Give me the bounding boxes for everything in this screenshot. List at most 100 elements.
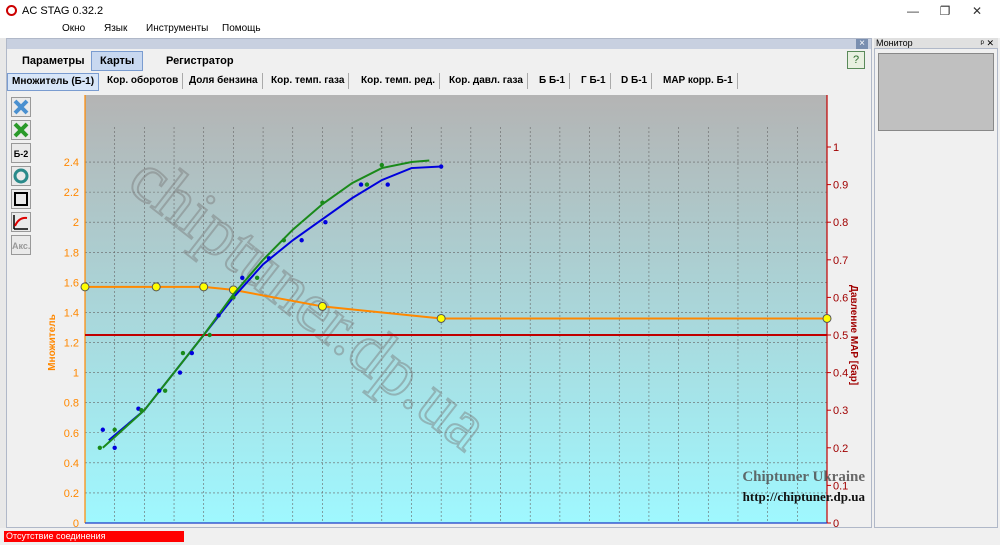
menu-language[interactable]: Язык — [104, 23, 127, 34]
panel-header — [7, 39, 871, 49]
monitor-pin-close[interactable]: ᵖ ✕ — [981, 38, 994, 48]
y-tick-label: 2 — [73, 217, 79, 229]
menu-help[interactable]: Помощь — [222, 23, 261, 34]
clear-points-icon[interactable] — [11, 97, 31, 117]
minimize-button[interactable]: — — [898, 2, 928, 20]
y2-tick-label: 0 — [833, 518, 839, 527]
maximize-button[interactable]: ❐ — [930, 2, 960, 20]
petrol-samples-point — [358, 182, 364, 187]
menu-tools[interactable]: Инструменты — [146, 23, 208, 34]
gas-samples-point — [97, 445, 103, 450]
maps-panel: × Параметры Карты Регистратор ? Множител… — [6, 38, 872, 528]
tab-multiplier-b1[interactable]: Множитель (Б-1) — [7, 73, 100, 91]
menu-bar: Окно Язык Инструменты Помощь — [0, 22, 1000, 38]
select-region-icon[interactable] — [11, 189, 31, 209]
refresh-icon[interactable] — [11, 166, 31, 186]
multiplier-curve-marker — [151, 282, 161, 292]
y2-tick-label: 0.4 — [833, 368, 848, 380]
petrol-samples-point — [157, 388, 162, 393]
y-tick-label: 2.4 — [64, 157, 79, 169]
y-tick-label: 0.6 — [64, 428, 79, 440]
auto-calibration-button[interactable]: Акс. — [11, 235, 31, 255]
monitor-display — [878, 53, 994, 131]
petrol-samples-point — [100, 427, 106, 432]
title-bar: AC STAG 0.32.2 — ❐ ✕ — [0, 0, 1000, 22]
y-axis-label: Множитель — [47, 314, 58, 371]
y-tick-label: 1 — [73, 368, 79, 380]
tab-g-b1[interactable]: Г Б-1 — [577, 73, 611, 89]
y2-tick-label: 0.9 — [833, 180, 848, 192]
window-title: AC STAG 0.32.2 — [22, 5, 104, 17]
y-tick-label: 2.2 — [64, 187, 79, 199]
y-tick-label: 1.8 — [64, 247, 79, 259]
y-tick-label: 0.8 — [64, 398, 79, 410]
y-tick-label: 0 — [73, 518, 79, 527]
watermark-line1: Chiptuner Ukraine — [742, 469, 865, 485]
petrol-samples-point — [323, 220, 328, 225]
petrol-samples-point — [189, 350, 195, 356]
connection-status: Отсутствие соединения — [4, 531, 184, 542]
multiplier-curve-marker — [436, 313, 446, 323]
tab-d-b1[interactable]: D Б-1 — [617, 73, 653, 89]
gas-samples-point — [364, 182, 370, 187]
petrol-samples-point — [385, 182, 390, 187]
gas-samples-point — [180, 350, 186, 356]
gas-samples-point — [254, 275, 260, 281]
delete-points-icon[interactable] — [11, 120, 31, 140]
monitor-header: Монитор ᵖ ✕ — [874, 38, 998, 48]
multiplier-chart[interactable]: 0123456789101112131415161718192021222324… — [33, 95, 867, 527]
tab-petrol-share[interactable]: Доля бензина — [185, 73, 263, 89]
multiplier-curve-marker — [199, 282, 209, 292]
map-tabs: Множитель (Б-1) Кор. оборотов Доля бензи… — [7, 73, 871, 91]
petrol-samples-point — [112, 445, 117, 450]
y-tick-label: 1.4 — [64, 307, 79, 319]
tab-gas-pressure-correction[interactable]: Кор. давл. газа — [445, 73, 528, 89]
gas-samples-point — [112, 427, 117, 432]
y2-tick-label: 0.3 — [833, 405, 848, 417]
petrol-samples-point — [177, 370, 183, 375]
y2-tick-label: 1 — [833, 142, 839, 154]
gas-samples-point — [207, 332, 212, 338]
tab-rpm-correction[interactable]: Кор. оборотов — [103, 73, 184, 89]
y2-tick-label: 0.2 — [833, 443, 848, 455]
petrol-samples-point — [299, 238, 304, 243]
petrol-samples-point — [216, 313, 221, 318]
y2-tick-label: 0.6 — [833, 292, 848, 304]
menu-window[interactable]: Окно — [62, 23, 85, 34]
gas-samples-point — [379, 162, 384, 168]
y-tick-label: 1.2 — [64, 338, 79, 350]
curve-mode-icon[interactable] — [11, 212, 31, 232]
multiplier-curve-marker — [317, 301, 327, 311]
y2-tick-label: 0.7 — [833, 255, 848, 267]
tab-map-correction-b1[interactable]: MAP корр. Б-1 — [659, 73, 738, 89]
gas-samples-point — [162, 388, 168, 393]
close-button[interactable]: ✕ — [962, 2, 992, 20]
tab-gas-temp-correction[interactable]: Кор. темп. газа — [267, 73, 350, 89]
tab-reducer-temp-correction[interactable]: Кор. темп. ред. — [357, 73, 440, 89]
status-bar: Отсутствие соединения — [0, 528, 1000, 545]
tab-recorder[interactable]: Регистратор — [157, 51, 243, 71]
gas-samples-point — [231, 295, 236, 300]
tab-parameters[interactable]: Параметры — [13, 51, 93, 71]
monitor-panel — [874, 48, 998, 528]
watermark-line2: http://chiptuner.dp.ua — [743, 489, 866, 504]
y-tick-label: 0.4 — [64, 458, 79, 470]
tab-maps[interactable]: Карты — [91, 51, 144, 71]
monitor-title: Монитор — [876, 38, 913, 48]
multiplier-curve-marker — [822, 313, 832, 323]
y2-tick-label: 0.5 — [833, 330, 848, 342]
app-logo-icon — [6, 5, 17, 16]
petrol-samples-point — [438, 164, 444, 169]
y2-axis-label: Давление MAP [бар] — [848, 285, 860, 385]
help-icon[interactable]: ? — [847, 51, 865, 69]
gas-samples-point — [139, 408, 144, 413]
petrol-samples-point — [266, 256, 272, 261]
y-tick-label: 0.2 — [64, 488, 79, 500]
chart-toolbar: Б-2 Акс. — [11, 97, 33, 258]
gas-samples-point — [320, 200, 325, 205]
panel-close-icon[interactable]: × — [856, 39, 868, 49]
multiplier-curve-marker — [80, 282, 90, 292]
bank2-button[interactable]: Б-2 — [11, 143, 31, 163]
tab-b-b1[interactable]: Б Б-1 — [535, 73, 571, 89]
petrol-samples-point — [240, 275, 245, 281]
